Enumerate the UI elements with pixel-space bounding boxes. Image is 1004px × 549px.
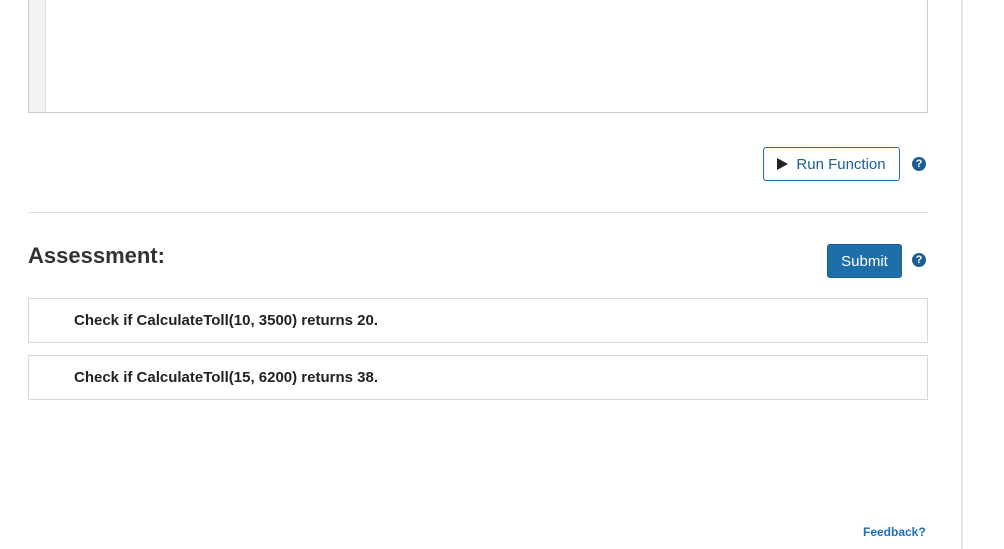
editor-gutter xyxy=(29,0,46,112)
assessment-check-item: Check if CalculateToll(10, 3500) returns… xyxy=(28,298,928,343)
assessment-title: Assessment: xyxy=(28,243,165,268)
page-right-border xyxy=(961,0,963,549)
help-icon[interactable]: ? xyxy=(912,157,926,171)
play-icon xyxy=(777,158,789,170)
code-editor[interactable] xyxy=(28,0,928,113)
feedback-link[interactable]: Feedback? xyxy=(863,525,926,539)
page: Run Function ? Assessment: Submit ? Chec… xyxy=(0,0,1004,549)
help-icon[interactable]: ? xyxy=(912,253,926,267)
submit-button[interactable]: Submit xyxy=(827,244,902,278)
run-function-label: Run Function xyxy=(796,155,886,173)
section-divider xyxy=(28,212,928,213)
run-function-button[interactable]: Run Function xyxy=(763,147,900,181)
assessment-check-text: Check if CalculateToll(10, 3500) returns… xyxy=(74,312,379,329)
assessment-check-text: Check if CalculateToll(15, 6200) returns… xyxy=(74,369,379,386)
assessment-check-item: Check if CalculateToll(15, 6200) returns… xyxy=(28,355,928,400)
